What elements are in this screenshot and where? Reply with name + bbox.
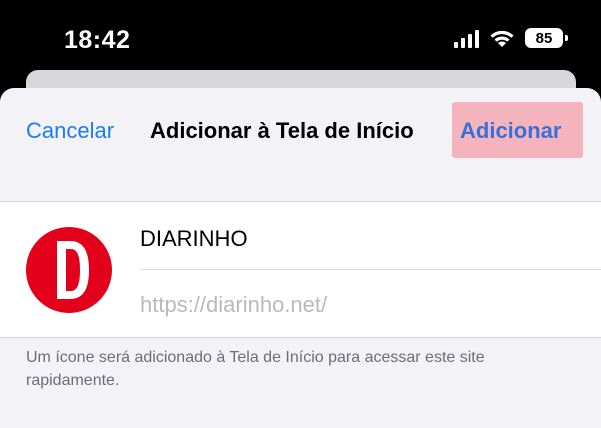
cellular-signal-icon [454,28,479,48]
wifi-icon [490,30,514,47]
footer-note: Um ícone será adicionado à Tela de Iníci… [26,349,485,389]
diarinho-app-icon [26,227,112,313]
nav-bar: Cancelar Adicionar à Tela de Início Adic… [0,88,601,178]
status-icons: 85 [454,28,568,48]
bookmark-url: https://diarinho.net/ [140,292,328,317]
sheet-title: Adicionar à Tela de Início [150,118,414,143]
bookmark-card: DIARINHO https://diarinho.net/ [0,201,601,338]
add-button[interactable]: Adicionar [460,118,561,144]
status-time: 18:42 [64,26,131,54]
bookmark-name-input[interactable]: DIARINHO [140,226,248,252]
battery-level: 85 [535,29,553,47]
add-to-home-sheet: Cancelar Adicionar à Tela de Início Adic… [0,88,601,428]
battery-icon: 85 [525,28,568,48]
row-divider [140,269,601,270]
cancel-button[interactable]: Cancelar [26,118,114,144]
status-bar: 18:42 85 [0,0,601,80]
